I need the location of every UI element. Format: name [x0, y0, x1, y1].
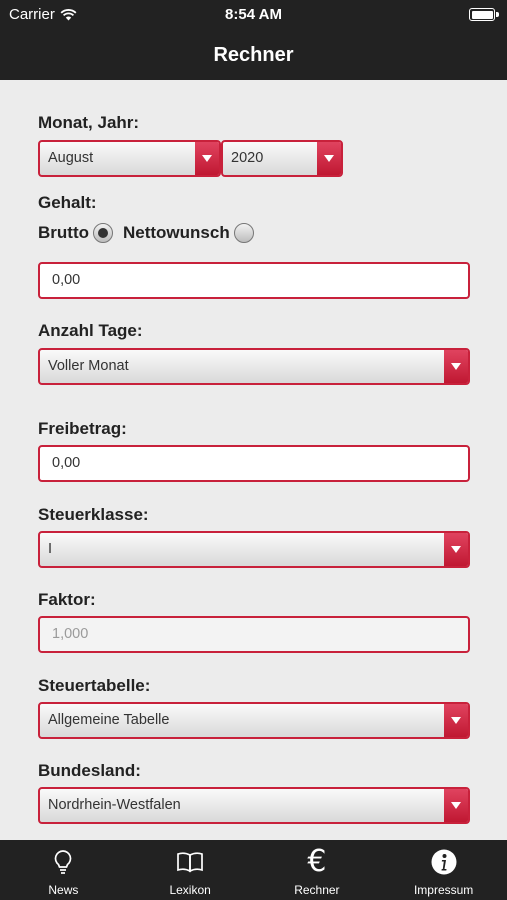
month-value: August [48, 150, 94, 166]
tab-impressum[interactable]: Impressum [380, 840, 507, 900]
battery-icon [469, 8, 499, 21]
steuerklasse-value: I [48, 541, 53, 557]
info-icon [431, 847, 457, 877]
freibetrag-label: Freibetrag: [38, 419, 127, 438]
gehalt-label: Gehalt: [38, 193, 97, 212]
gehalt-type-radio-group: Brutto Nettowunsch [38, 223, 254, 243]
month-select[interactable]: August [38, 140, 221, 177]
netto-radio[interactable] [233, 223, 254, 243]
euro-icon: € [307, 844, 327, 879]
anzahl-tage-label: Anzahl Tage: [38, 321, 143, 340]
chevron-down-icon [317, 142, 341, 175]
anzahl-tage-select[interactable]: Voller Monat [38, 348, 470, 385]
steuertabelle-select[interactable]: Allgemeine Tabelle [38, 702, 470, 739]
steuertabelle-value: Allgemeine Tabelle [48, 712, 170, 728]
brutto-radio[interactable] [92, 223, 113, 243]
chevron-down-icon [195, 142, 219, 175]
lightbulb-icon [53, 847, 73, 877]
chevron-down-icon [444, 350, 468, 383]
gehalt-input[interactable]: 0,00 [38, 262, 470, 299]
tab-impressum-label: Impressum [413, 883, 474, 897]
year-select[interactable]: 2020 [221, 140, 343, 177]
tab-news[interactable]: News [0, 840, 127, 900]
status-bar: Carrier 8:54 AM [0, 0, 507, 30]
tab-rechner[interactable]: € Rechner [254, 840, 381, 900]
faktor-label: Faktor: [38, 590, 96, 609]
bundesland-select[interactable]: Nordrhein-Westfalen [38, 787, 470, 824]
tab-rechner-label: Rechner [294, 883, 340, 897]
tab-bar: News Lexikon € Rechner Impressum [0, 840, 507, 900]
steuerklasse-label: Steuerklasse: [38, 505, 149, 524]
faktor-input: 1,000 [38, 616, 470, 653]
tab-news-label: News [48, 883, 79, 897]
steuerklasse-select[interactable]: I [38, 531, 470, 568]
calculator-form: Monat, Jahr: August 2020 Gehalt: Brutto … [0, 80, 507, 840]
freibetrag-input[interactable]: 0,00 [38, 445, 470, 482]
chevron-down-icon [444, 789, 468, 822]
year-value: 2020 [231, 150, 264, 166]
chevron-down-icon [444, 704, 468, 737]
tab-lexikon-label: Lexikon [169, 883, 211, 897]
steuertabelle-label: Steuertabelle: [38, 676, 151, 695]
monat-jahr-label: Monat, Jahr: [38, 113, 140, 132]
page-title: Rechner [213, 43, 294, 66]
bundesland-label: Bundesland: [38, 761, 141, 780]
nav-bar: Rechner [0, 30, 507, 80]
brutto-label: Brutto [38, 223, 89, 242]
bundesland-value: Nordrhein-Westfalen [48, 797, 181, 813]
chevron-down-icon [444, 533, 468, 566]
book-icon [176, 847, 204, 877]
clock: 8:54 AM [225, 6, 282, 23]
anzahl-tage-value: Voller Monat [48, 358, 129, 374]
netto-label: Nettowunsch [122, 223, 230, 242]
tab-lexikon[interactable]: Lexikon [127, 840, 254, 900]
